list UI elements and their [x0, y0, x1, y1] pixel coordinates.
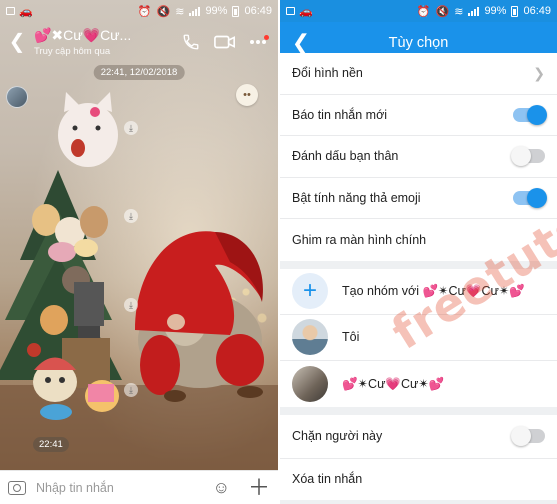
clock: 06:49 [523, 5, 551, 17]
battery-level: 99% [484, 5, 507, 17]
delete-messages-row[interactable]: Xóa tin nhắn [280, 459, 557, 501]
setting-label: Xóa tin nhắn [292, 472, 363, 487]
member-row-friend[interactable]: 💕✴Cư💗Cư✴💕 [280, 361, 557, 407]
block-user-row[interactable]: Chặn người này [280, 415, 557, 459]
toggle-knob [511, 146, 531, 167]
chat-header-titles[interactable]: 💕✖Cư💗Cư... Truy cập hôm qua [34, 27, 182, 57]
setting-label: Ghim ra màn hình chính [292, 232, 427, 247]
back-arrow-icon[interactable]: ❮ [280, 32, 322, 54]
mute-icon: 🔇 [435, 5, 450, 18]
mark-close-friend-toggle[interactable] [511, 146, 545, 167]
pin-to-home-row[interactable]: Ghim ra màn hình chính [280, 219, 557, 261]
options-list: Đổi hình nền ❯ Báo tin nhắn mới Đánh dấu… [280, 53, 557, 504]
avatar [292, 319, 328, 355]
download-icon[interactable]: ⤓ [124, 209, 138, 223]
sticker-shortcut-icon[interactable]: •• [236, 84, 258, 106]
cat-sticker [58, 92, 118, 167]
notification-dot [264, 35, 269, 40]
contact-avatar[interactable] [6, 86, 28, 108]
image-icon [286, 7, 295, 15]
wifi-icon: ≋ [454, 5, 464, 18]
message-composer: Nhập tin nhắn ☺ ＋ [0, 470, 278, 504]
battery-icon [511, 5, 519, 17]
back-arrow-icon[interactable]: ❮ [0, 32, 34, 52]
setting-label: Bật tính năng thả emoji [292, 190, 421, 205]
members-group: + Tạo nhóm với 💕✴Cư💗Cư✴💕 Tôi 💕✴Cư💗Cư✴💕 [280, 268, 557, 407]
create-group-label: Tạo nhóm với 💕✴Cư💗Cư✴💕 [342, 284, 525, 298]
block-user-toggle[interactable] [511, 426, 545, 446]
actions-group: Chặn người này Xóa tin nhắn [280, 414, 557, 501]
emoji-reaction-toggle[interactable] [513, 187, 547, 208]
member-name: Tôi [342, 330, 360, 344]
chat-screen: 🚗 ⏰ 🔇 ≋ 99% 06:49 ❮ 💕✖Cư💗Cư... Truy cập … [0, 0, 278, 504]
car-icon: 🚗 [299, 5, 313, 18]
new-message-alert-toggle[interactable] [513, 104, 547, 125]
create-group-row[interactable]: + Tạo nhóm với 💕✴Cư💗Cư✴💕 [280, 269, 557, 315]
message-input[interactable]: Nhập tin nhắn [26, 481, 213, 495]
signal-icon [468, 6, 480, 16]
avatar [292, 365, 328, 402]
setting-label: Đánh dấu bạn thân [292, 149, 399, 164]
emoji-icon[interactable]: ☺ [213, 478, 230, 498]
setting-label: Chặn người này [292, 429, 383, 443]
download-icon[interactable]: ⤓ [124, 121, 138, 135]
more-options-icon[interactable] [250, 35, 269, 44]
mark-close-friend-row[interactable]: Đánh dấu bạn thân [280, 136, 557, 178]
toggle-knob [511, 426, 531, 446]
toggle-knob [527, 104, 547, 125]
notification-icons: 🚗 [286, 5, 313, 18]
download-icon[interactable]: ⤓ [124, 383, 138, 397]
options-screen: 🚗 ⏰ 🔇 ≋ 99% 06:49 ❮ Tùy chọn Đổi hình nề… [280, 0, 557, 504]
date-separator: 22:41, 12/02/2018 [93, 65, 185, 80]
download-icon[interactable]: ⤓ [124, 298, 138, 312]
video-call-icon[interactable] [214, 34, 236, 50]
change-wallpaper-row[interactable]: Đổi hình nền ❯ [280, 53, 557, 95]
member-name: 💕✴Cư💗Cư✴💕 [342, 376, 445, 391]
camera-icon[interactable] [8, 480, 26, 495]
toggle-knob [527, 187, 547, 208]
setting-label: Đổi hình nền [292, 66, 363, 81]
settings-group: Đổi hình nền ❯ Báo tin nhắn mới Đánh dấu… [280, 53, 557, 261]
alarm-icon: ⏰ [416, 5, 431, 18]
chat-header: ❮ 💕✖Cư💗Cư... Truy cập hôm qua [0, 22, 278, 62]
setting-label: Báo tin nhắn mới [292, 107, 388, 122]
contact-name: 💕✖Cư💗Cư... [34, 27, 132, 43]
new-message-alert-row[interactable]: Báo tin nhắn mới [280, 95, 557, 136]
status-bar: 🚗 ⏰ 🔇 ≋ 99% 06:49 [280, 0, 557, 22]
plus-icon: + [292, 273, 328, 309]
chevron-right-icon: ❯ [533, 64, 545, 81]
member-row-me[interactable]: Tôi [280, 315, 557, 361]
last-seen-status: Truy cập hôm qua [34, 46, 111, 57]
phone-icon[interactable] [182, 33, 200, 51]
emoji-reaction-row[interactable]: Bật tính năng thả emoji [280, 178, 557, 219]
add-attachment-icon[interactable]: ＋ [248, 476, 270, 499]
message-time: 22:41 [33, 437, 69, 452]
